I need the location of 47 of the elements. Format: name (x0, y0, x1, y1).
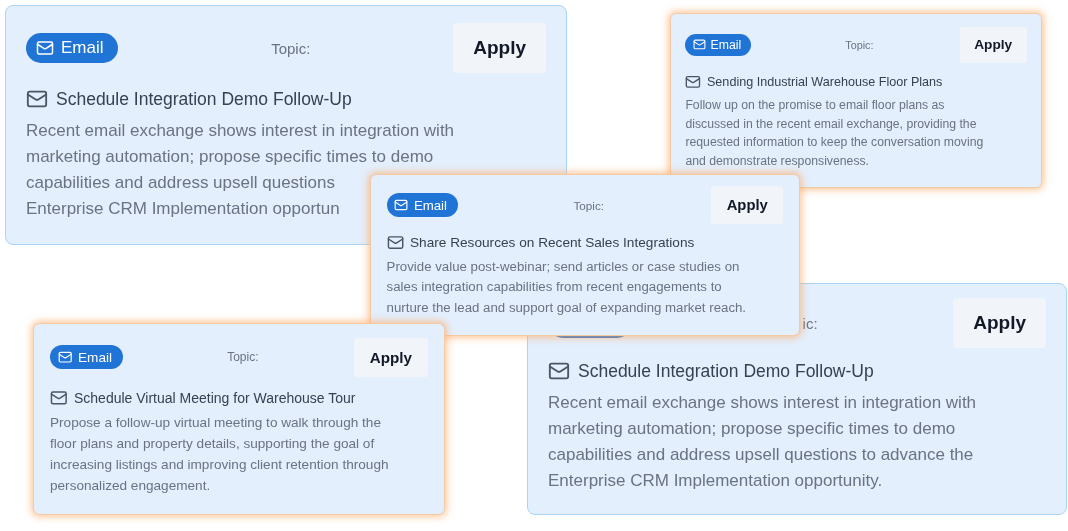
mail-icon (386, 233, 404, 251)
mail-icon (692, 38, 706, 52)
description-line: Follow up on the promise to email floor plans as (685, 97, 945, 115)
description-line: marketing automation; propose specific times to demo (548, 418, 956, 440)
description-line: capabilities and address upsell questions (26, 172, 336, 194)
description-line: Propose a follow-up virtual meeting to walk through the (50, 414, 381, 433)
apply-button[interactable]: Apply (953, 298, 1046, 348)
badge-label: Email (413, 197, 447, 213)
mail-icon (548, 360, 570, 382)
topic-label: Topic: (844, 38, 874, 51)
description-line: and demonstrate responsiveness. (685, 153, 869, 171)
mail-icon (26, 88, 48, 110)
mail-icon (394, 198, 409, 213)
description-line: personalized engagement. (50, 476, 211, 495)
mail-icon (685, 74, 702, 91)
topic-label: Topic: (270, 39, 311, 57)
description-line: sales integration capabilities from recent engagements to (386, 278, 722, 297)
description-line: increasing listings and improving client retention through (50, 455, 389, 474)
mail-icon (50, 389, 68, 407)
suggestion-title: Schedule Virtual Meeting for Warehouse Tour (74, 390, 356, 407)
description-line: Recent email exchange shows interest in integration with (548, 392, 977, 414)
suggestion-title: Schedule Integration Demo Follow-Up (56, 88, 352, 110)
description-line: Recent email exchange shows interest in integration with (26, 120, 455, 142)
description-line: Enterprise CRM Implementation opportunity. (548, 470, 883, 492)
description-line: nurture the lead and support goal of expanding market reach. (386, 298, 747, 317)
topic-label: ic: (801, 314, 818, 332)
description-line: floor plans and property details, supporting the goal of (50, 435, 375, 453)
badge-label: Email (710, 37, 742, 52)
mail-icon (36, 39, 54, 57)
topic-label: Topic: (226, 350, 259, 365)
description-line: Enterprise CRM Implementation opportun (26, 198, 340, 220)
mail-icon (58, 350, 73, 365)
apply-button[interactable]: Apply (353, 337, 428, 378)
description-line: discussed in the recent email exchange, providing the (685, 115, 977, 133)
apply-button[interactable]: Apply (959, 27, 1027, 63)
suggestion-title: Schedule Integration Demo Follow-Up (578, 360, 874, 382)
description-line: marketing automation; propose specific times to demo (26, 146, 434, 168)
topic-label: Topic: (572, 198, 604, 212)
apply-button[interactable]: Apply (711, 186, 784, 224)
description-line: Provide value post-webinar; send articles or case studies on (386, 258, 740, 276)
description-line: capabilities and address upsell questions to advance the (548, 444, 974, 466)
apply-button[interactable]: Apply (453, 23, 546, 73)
description-line: requested information to keep the conversation moving (685, 134, 984, 152)
suggestion-title: Share Resources on Recent Sales Integrations (410, 234, 695, 250)
badge-label: Email (78, 349, 112, 365)
badge-label: Email (61, 38, 104, 58)
suggestion-title: Sending Industrial Warehouse Floor Plans (706, 75, 943, 90)
